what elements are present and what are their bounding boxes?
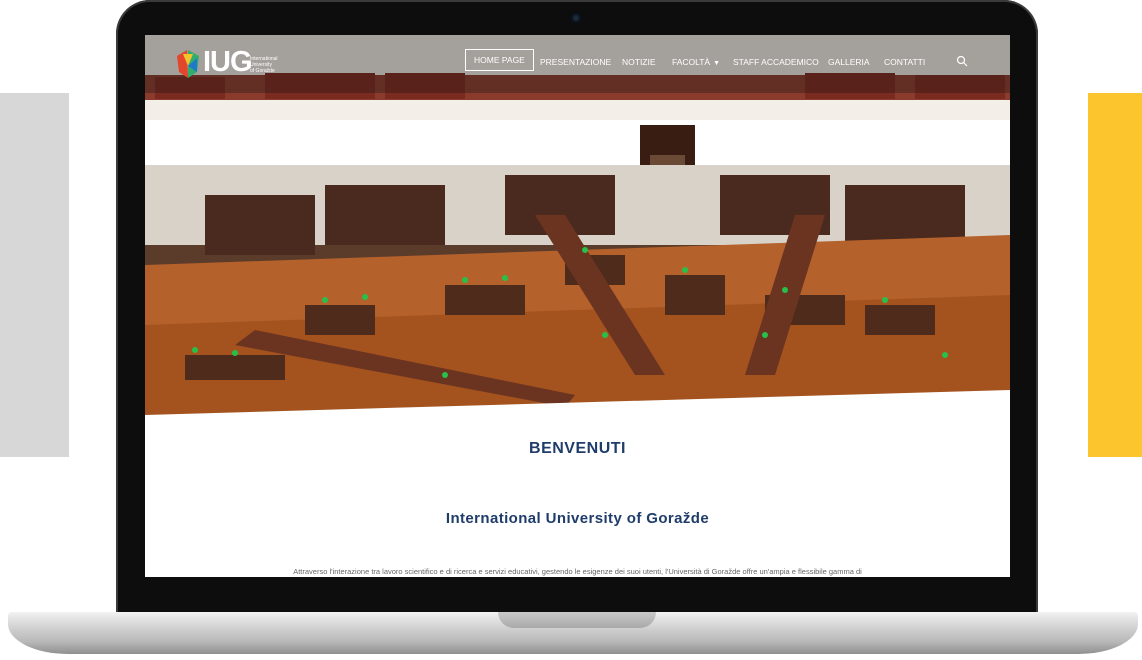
right-decor-panel <box>1088 93 1142 457</box>
camera-icon <box>571 13 581 23</box>
nav-staff-accademico[interactable]: STAFF ACCADEMICO <box>733 57 819 67</box>
welcome-heading: BENVENUTI <box>529 440 626 457</box>
nav-presentazione[interactable]: PRESENTAZIONE <box>540 57 611 67</box>
nav-facolta-label: FACOLTÀ <box>672 57 711 67</box>
search-icon[interactable] <box>956 55 968 67</box>
nav-contatti[interactable]: CONTATTI <box>884 57 925 67</box>
intro-paragraph: Attraverso l'interazione tra lavoro scie… <box>293 567 862 576</box>
university-subtitle: International University of Goražde <box>445 510 710 527</box>
site-logo[interactable]: IUG International University of Goražde <box>175 46 287 82</box>
logo-text: IUG <box>203 46 253 78</box>
chevron-down-icon: ▼ <box>713 60 721 67</box>
nav-notizie[interactable]: NOTIZIE <box>622 57 656 67</box>
top-navbar: IUG International University of Goražde … <box>145 35 1010 93</box>
nav-galleria[interactable]: GALLERIA <box>828 57 870 67</box>
website-screen: IUG International University of Goražde … <box>145 35 1010 577</box>
logo-subtitle: International University of Goražde <box>250 56 278 74</box>
nav-facolta[interactable]: FACOLTÀ ▼ <box>672 57 720 67</box>
laptop-notch <box>498 612 656 628</box>
nav-home-page[interactable]: HOME PAGE <box>465 49 534 71</box>
logo-mark-icon <box>177 50 199 78</box>
left-decor-panel <box>0 93 69 457</box>
